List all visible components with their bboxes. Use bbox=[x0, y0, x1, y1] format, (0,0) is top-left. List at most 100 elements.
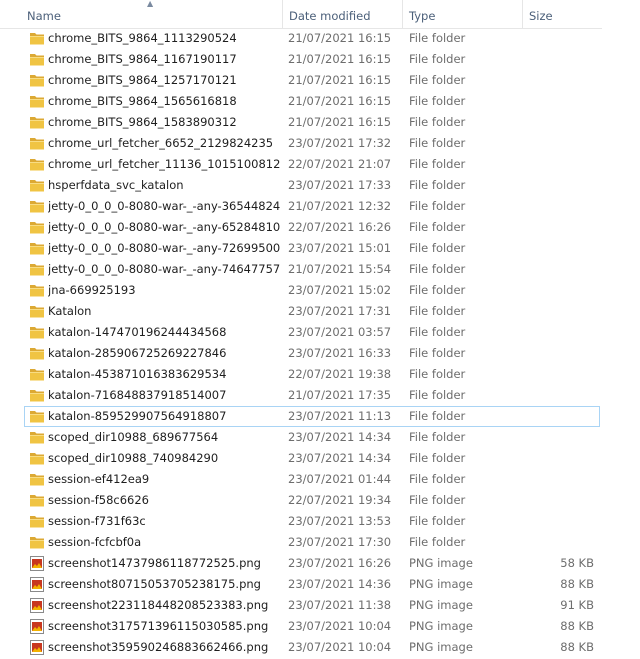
column-header-type-label: Type bbox=[409, 9, 436, 23]
file-date-modified: 23/07/2021 16:26 bbox=[288, 556, 392, 570]
png-image-icon bbox=[29, 640, 45, 655]
file-row[interactable]: jetty-0_0_0_0-8080-war-_-any-726995009..… bbox=[0, 238, 640, 259]
file-type: File folder bbox=[409, 409, 466, 423]
file-name: chrome_BITS_9864_1257170121 bbox=[48, 73, 237, 87]
file-name: hsperfdata_svc_katalon bbox=[48, 178, 184, 192]
file-row[interactable]: session-fcfcbf0a 23/07/2021 17:30 File fol… bbox=[0, 532, 640, 553]
file-name: jetty-0_0_0_0-8080-war-_-any-726995009..… bbox=[48, 241, 280, 255]
file-row[interactable]: jetty-0_0_0_0-8080-war-_-any-365448242..… bbox=[0, 196, 640, 217]
column-header-name-label: Name bbox=[27, 9, 61, 23]
file-row[interactable]: chrome_BITS_9864_1565616818 21/07/2021 16… bbox=[0, 91, 640, 112]
file-row[interactable]: katalon-147470196244434568 23/07/2021 03:… bbox=[0, 322, 640, 343]
file-type: File folder bbox=[409, 346, 466, 360]
file-name: chrome_url_fetcher_11136_1015100812 bbox=[48, 157, 280, 171]
file-row[interactable]: katalon-453871016383629534 22/07/2021 19:… bbox=[0, 364, 640, 385]
file-row[interactable]: jetty-0_0_0_0-8080-war-_-any-746477574..… bbox=[0, 259, 640, 280]
file-name: screenshot359590246883662466.png bbox=[48, 640, 269, 654]
column-header-size[interactable]: Size bbox=[522, 0, 602, 28]
file-name: screenshot80715053705238175.png bbox=[48, 577, 261, 591]
file-row[interactable]: hsperfdata_svc_katalon 23/07/2021 17:33 Fi… bbox=[0, 175, 640, 196]
folder-icon bbox=[29, 346, 45, 361]
file-name: jetty-0_0_0_0-8080-war-_-any-365448242..… bbox=[48, 199, 280, 213]
file-name: katalon-453871016383629534 bbox=[48, 367, 227, 381]
file-date-modified: 23/07/2021 17:33 bbox=[288, 178, 392, 192]
column-header-type[interactable]: Type bbox=[402, 0, 522, 28]
file-row[interactable]: session-f58c6626 22/07/2021 19:34 File fol… bbox=[0, 490, 640, 511]
file-name: session-f58c6626 bbox=[48, 493, 149, 507]
file-row[interactable]: screenshot359590246883662466.png 23/07/20… bbox=[0, 637, 640, 658]
file-row[interactable]: screenshot317571396115030585.png 23/07/20… bbox=[0, 616, 640, 637]
file-type: File folder bbox=[409, 199, 466, 213]
folder-icon bbox=[29, 157, 45, 172]
file-type: File folder bbox=[409, 52, 466, 66]
file-name: screenshot317571396115030585.png bbox=[48, 619, 269, 633]
folder-icon bbox=[29, 514, 45, 529]
file-date-modified: 23/07/2021 14:34 bbox=[288, 451, 392, 465]
file-row[interactable]: scoped_dir10988_689677564 23/07/2021 14:3… bbox=[0, 427, 640, 448]
file-name: screenshot14737986118772525.png bbox=[48, 556, 261, 570]
folder-icon bbox=[29, 178, 45, 193]
file-row[interactable]: screenshot80715053705238175.png 23/07/202… bbox=[0, 574, 640, 595]
file-date-modified: 21/07/2021 16:15 bbox=[288, 73, 392, 87]
file-name: jna-669925193 bbox=[48, 283, 136, 297]
file-row[interactable]: session-f731f63c 23/07/2021 13:53 File fol… bbox=[0, 511, 640, 532]
file-type: File folder bbox=[409, 73, 466, 87]
file-type: PNG image bbox=[409, 577, 473, 591]
file-list: chrome_BITS_9864_1113290524 21/07/2021 16… bbox=[0, 28, 640, 658]
file-type: File folder bbox=[409, 430, 466, 444]
file-row[interactable]: session-ef412ea9 23/07/2021 01:44 File fol… bbox=[0, 469, 640, 490]
file-row[interactable]: chrome_url_fetcher_11136_1015100812 22/07… bbox=[0, 154, 640, 175]
file-row[interactable]: Katalon 23/07/2021 17:31 File folder bbox=[0, 301, 640, 322]
file-type: File folder bbox=[409, 472, 466, 486]
file-row[interactable]: katalon-859529907564918807 23/07/2021 11:… bbox=[0, 406, 640, 427]
file-date-modified: 23/07/2021 15:02 bbox=[288, 283, 392, 297]
file-row[interactable]: screenshot14737986118772525.png 23/07/202… bbox=[0, 553, 640, 574]
file-name: chrome_BITS_9864_1583890312 bbox=[48, 115, 237, 129]
file-date-modified: 23/07/2021 15:01 bbox=[288, 241, 392, 255]
column-header-date-label: Date modified bbox=[289, 9, 371, 23]
file-type: File folder bbox=[409, 535, 466, 549]
file-size: 88 KB bbox=[560, 640, 594, 654]
folder-icon bbox=[29, 451, 45, 466]
file-date-modified: 23/07/2021 14:34 bbox=[288, 430, 392, 444]
file-date-modified: 23/07/2021 13:53 bbox=[288, 514, 392, 528]
file-row[interactable]: katalon-285906725269227846 23/07/2021 16:… bbox=[0, 343, 640, 364]
column-header-date-modified[interactable]: Date modified bbox=[282, 0, 402, 28]
file-row[interactable]: jna-669925193 23/07/2021 15:02 File folder bbox=[0, 280, 640, 301]
file-row[interactable]: chrome_BITS_9864_1257170121 21/07/2021 16… bbox=[0, 70, 640, 91]
file-row[interactable]: katalon-716848837918514007 21/07/2021 17:… bbox=[0, 385, 640, 406]
file-type: File folder bbox=[409, 115, 466, 129]
folder-icon bbox=[29, 262, 45, 277]
file-date-modified: 22/07/2021 21:07 bbox=[288, 157, 392, 171]
folder-icon bbox=[29, 325, 45, 340]
file-name: chrome_BITS_9864_1113290524 bbox=[48, 31, 237, 45]
file-name: session-f731f63c bbox=[48, 514, 146, 528]
file-row[interactable]: screenshot223118448208523383.png 23/07/20… bbox=[0, 595, 640, 616]
folder-icon bbox=[29, 115, 45, 130]
file-type: File folder bbox=[409, 136, 466, 150]
file-type: File folder bbox=[409, 325, 466, 339]
file-row[interactable]: chrome_url_fetcher_6652_2129824235 23/07/… bbox=[0, 133, 640, 154]
file-name: katalon-859529907564918807 bbox=[48, 409, 227, 423]
file-row[interactable]: chrome_BITS_9864_1167190117 21/07/2021 16… bbox=[0, 49, 640, 70]
folder-icon bbox=[29, 199, 45, 214]
file-name: chrome_BITS_9864_1167190117 bbox=[48, 52, 237, 66]
file-name: katalon-716848837918514007 bbox=[48, 388, 227, 402]
file-type: File folder bbox=[409, 94, 466, 108]
file-date-modified: 22/07/2021 16:26 bbox=[288, 220, 392, 234]
file-date-modified: 22/07/2021 19:38 bbox=[288, 367, 392, 381]
file-row[interactable]: chrome_BITS_9864_1113290524 21/07/2021 16… bbox=[0, 28, 640, 49]
file-row[interactable]: jetty-0_0_0_0-8080-war-_-any-652848102..… bbox=[0, 217, 640, 238]
file-row[interactable]: chrome_BITS_9864_1583890312 21/07/2021 16… bbox=[0, 112, 640, 133]
folder-icon bbox=[29, 283, 45, 298]
file-date-modified: 21/07/2021 16:15 bbox=[288, 31, 392, 45]
file-type: File folder bbox=[409, 451, 466, 465]
file-name: session-fcfcbf0a bbox=[48, 535, 142, 549]
file-name: jetty-0_0_0_0-8080-war-_-any-746477574..… bbox=[48, 262, 280, 276]
file-size: 88 KB bbox=[560, 619, 594, 633]
file-date-modified: 23/07/2021 03:57 bbox=[288, 325, 392, 339]
folder-icon bbox=[29, 388, 45, 403]
file-type: File folder bbox=[409, 31, 466, 45]
file-type: File folder bbox=[409, 220, 466, 234]
file-row[interactable]: scoped_dir10988_740984290 23/07/2021 14:3… bbox=[0, 448, 640, 469]
